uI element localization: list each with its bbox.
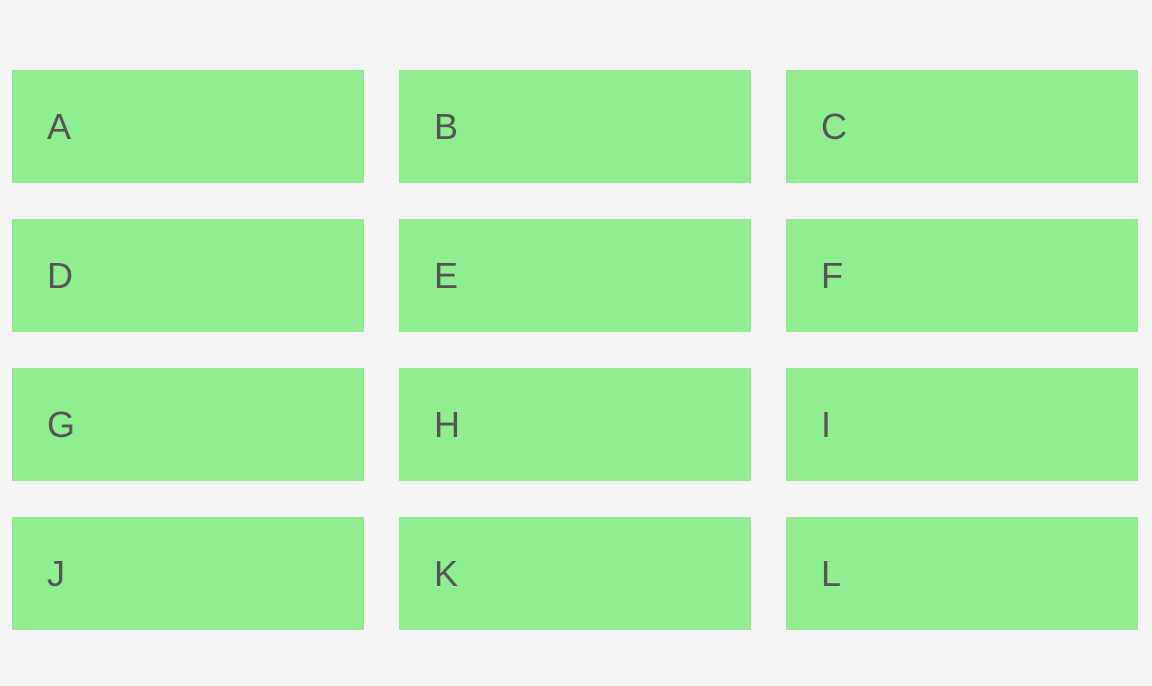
tile-label: H bbox=[434, 403, 460, 445]
tile-j[interactable]: J bbox=[12, 517, 364, 630]
tile-k[interactable]: K bbox=[399, 517, 751, 630]
tile-label: L bbox=[821, 552, 842, 594]
tile-label: I bbox=[821, 403, 832, 445]
tile-label: A bbox=[47, 105, 72, 147]
tile-label: F bbox=[821, 254, 843, 296]
tile-grid: A B C D E F G H I J K L bbox=[12, 70, 1138, 630]
tile-g[interactable]: G bbox=[12, 368, 364, 481]
tile-l[interactable]: L bbox=[786, 517, 1138, 630]
tile-label: B bbox=[434, 105, 459, 147]
tile-a[interactable]: A bbox=[12, 70, 364, 183]
tile-i[interactable]: I bbox=[786, 368, 1138, 481]
tile-f[interactable]: F bbox=[786, 219, 1138, 332]
tile-e[interactable]: E bbox=[399, 219, 751, 332]
tile-b[interactable]: B bbox=[399, 70, 751, 183]
tile-label: G bbox=[47, 403, 76, 445]
tile-c[interactable]: C bbox=[786, 70, 1138, 183]
tile-label: E bbox=[434, 254, 459, 296]
tile-label: D bbox=[47, 254, 73, 296]
tile-label: K bbox=[434, 552, 459, 594]
tile-label: C bbox=[821, 105, 847, 147]
tile-label: J bbox=[47, 552, 65, 594]
tile-h[interactable]: H bbox=[399, 368, 751, 481]
tile-d[interactable]: D bbox=[12, 219, 364, 332]
